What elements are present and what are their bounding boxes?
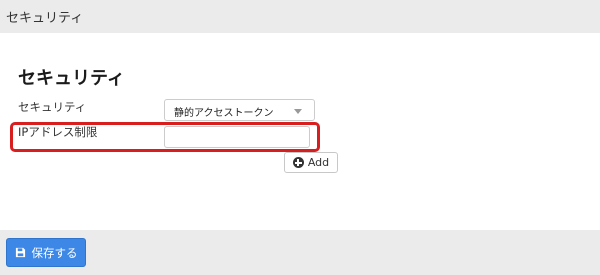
section-heading: セキュリティ: [18, 68, 125, 89]
floppy-disk-icon: [15, 247, 25, 258]
page: セキュリティ セキュリティ セキュリティ 静的アクセストークン IPアドレス制限…: [0, 0, 600, 275]
security-label: セキュリティ: [18, 100, 87, 114]
top-bar-title: セキュリティ: [6, 11, 84, 26]
plus-circle-icon: [292, 157, 304, 168]
security-select-value: 静的アクセストークン: [174, 108, 274, 119]
footer-bar: 保存する: [0, 230, 600, 275]
save-button[interactable]: 保存する: [6, 238, 86, 267]
save-button-label: 保存する: [31, 245, 78, 260]
caret-down-icon: [294, 109, 302, 114]
ip-restriction-label: IPアドレス制限: [18, 125, 98, 139]
security-select[interactable]: 静的アクセストークン: [164, 99, 315, 121]
ip-restriction-input[interactable]: [164, 126, 310, 148]
add-button-label: Add: [307, 156, 330, 169]
add-ip-button[interactable]: Add: [284, 152, 338, 173]
top-bar: セキュリティ: [0, 0, 600, 33]
